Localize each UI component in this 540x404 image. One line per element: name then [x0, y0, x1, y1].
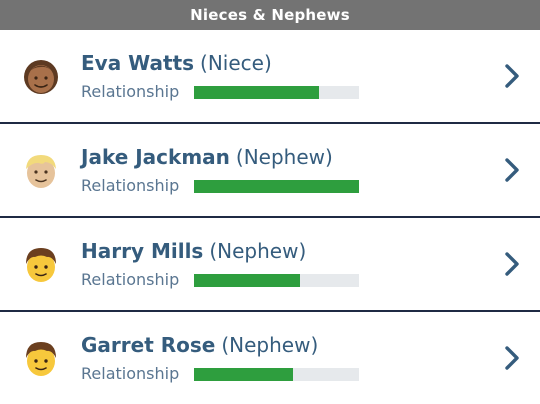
blond-man-face-icon [26, 155, 56, 188]
chevron-right-icon[interactable] [504, 63, 520, 89]
relationship-label: Relationship [81, 82, 180, 101]
relative-row-garret-rose[interactable]: Garret Rose (Nephew) Relationship [0, 312, 540, 404]
brown-hair-boy-face-icon [26, 248, 56, 282]
chevron-right-icon[interactable] [504, 157, 520, 183]
relative-row-jake-jackman[interactable]: Jake Jackman (Nephew) Relationship [0, 124, 540, 218]
chevron-right-icon[interactable] [504, 251, 520, 277]
relationship-bar [194, 368, 359, 381]
relative-row-harry-mills[interactable]: Harry Mills (Nephew) Relationship [0, 218, 540, 312]
relative-name-line: Garret Rose (Nephew) [81, 333, 318, 357]
relationship-bar [194, 274, 359, 287]
relative-name: Eva Watts [81, 51, 195, 75]
relative-name: Jake Jackman [81, 145, 230, 169]
relative-name-line: Harry Mills (Nephew) [81, 239, 306, 263]
relative-name: Harry Mills [81, 239, 204, 263]
relation-type: (Niece) [200, 51, 272, 75]
relative-name: Garret Rose [81, 333, 216, 357]
brown-hair-boy-face-icon [26, 342, 56, 376]
relationship-label: Relationship [81, 270, 180, 289]
chevron-right-icon[interactable] [504, 345, 520, 371]
relation-type: (Nephew) [209, 239, 307, 263]
relation-type: (Nephew) [235, 145, 333, 169]
section-header: Nieces & Nephews [0, 0, 540, 30]
relative-list: Eva Watts (Niece) Relationship Jake Jackm… [0, 30, 540, 404]
relationship-bar-fill [194, 274, 300, 287]
relationship-bar-fill [194, 368, 293, 381]
relative-name-line: Eva Watts (Niece) [81, 51, 272, 75]
relation-type: (Nephew) [221, 333, 319, 357]
relative-name-line: Jake Jackman (Nephew) [81, 145, 333, 169]
brown-skin-woman-face-icon [24, 60, 58, 94]
section-title: Nieces & Nephews [190, 6, 350, 24]
relationship-bar-fill [194, 86, 320, 99]
relationship-bar [194, 86, 359, 99]
relationship-label: Relationship [81, 364, 180, 383]
relationship-bar [194, 180, 359, 193]
relationship-label: Relationship [81, 176, 180, 195]
relationship-bar-fill [194, 180, 359, 193]
relative-row-eva-watts[interactable]: Eva Watts (Niece) Relationship [0, 30, 540, 124]
